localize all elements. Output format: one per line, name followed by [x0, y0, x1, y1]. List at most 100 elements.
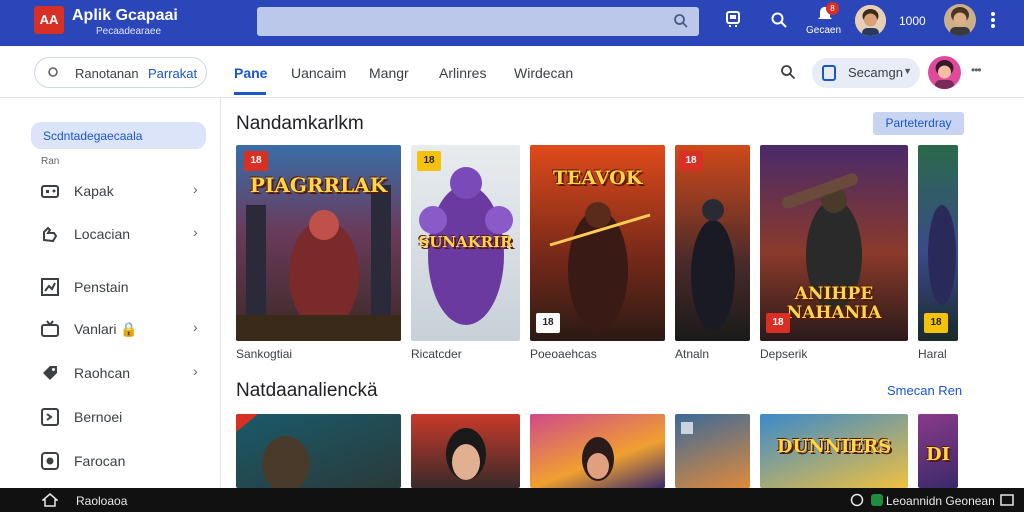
chevron-right-icon: › — [193, 181, 198, 197]
bottom-left-label: Raoloaoa — [76, 494, 128, 508]
nav-search-text: Ranotanan — [75, 66, 139, 81]
apps-icon[interactable] — [725, 9, 741, 34]
search-icon[interactable] — [673, 13, 689, 34]
chevron-right-icon: › — [193, 363, 198, 379]
arrow-box-icon — [40, 407, 60, 427]
chevron-right-icon: › — [193, 319, 198, 335]
rating-badge: 18 — [679, 151, 703, 171]
dropdown-label: Secamgn — [848, 65, 903, 80]
card-caption: Depserik — [760, 347, 808, 361]
tv-icon — [40, 319, 60, 339]
sidebar-item-label: Raohcan — [74, 365, 131, 381]
card-title: DI — [925, 444, 951, 465]
search-icon[interactable] — [770, 11, 788, 34]
chevron-right-icon: › — [193, 224, 198, 240]
notification-badge: 8 — [826, 2, 839, 15]
card-title: DUNNIERS — [776, 436, 892, 457]
tab-arlinres[interactable]: Arlinres — [439, 65, 486, 81]
tab-uancaim[interactable]: Uancaim — [291, 65, 346, 81]
secondary-nav: Ranotanan Parrakat Pane Uancaim Mangr Ar… — [0, 46, 1024, 98]
top-search-input[interactable] — [257, 7, 699, 36]
see-more-link[interactable]: Smecan Ren — [887, 383, 962, 398]
sidebar-item-label: Locacian — [74, 226, 131, 242]
sidebar-item-penstain[interactable]: Penstain — [40, 273, 210, 301]
game-card[interactable]: PIAGRRLAK 18 — [236, 145, 401, 341]
game-card[interactable] — [675, 414, 750, 488]
counter-label: 1000 — [899, 14, 926, 28]
rating-badge: 18 — [766, 313, 790, 333]
card-title: TEAVOK — [552, 167, 643, 189]
hand-icon — [40, 224, 60, 244]
sidebar-item-locacian[interactable]: Locacian › — [40, 220, 210, 248]
sidebar-item-farocan[interactable]: Farocan — [40, 447, 210, 475]
chevron-down-icon: ▼ — [903, 66, 912, 76]
brand-subtitle: Pecaadearaee — [96, 26, 162, 37]
search-icon — [47, 66, 61, 85]
sidebar-caption: Ran — [41, 156, 60, 167]
more-horizontal-icon[interactable]: ••• — [971, 63, 982, 77]
section-title: Natdaanalienckä — [236, 380, 378, 401]
game-card[interactable]: DI — [918, 414, 958, 488]
sidebar-item-label: Farocan — [74, 453, 126, 469]
sidebar-item-label: Bernoei — [74, 409, 123, 425]
app-logo[interactable]: AA — [34, 6, 64, 34]
more-vertical-icon[interactable] — [990, 11, 996, 34]
info-icon[interactable] — [850, 493, 864, 512]
nav-avatar[interactable] — [928, 56, 961, 89]
game-card[interactable]: 18 — [675, 145, 750, 341]
category-dropdown[interactable]: Secamgn ▼ — [812, 58, 920, 88]
active-tab-indicator — [234, 92, 266, 95]
tab-mangr[interactable]: Mangr — [369, 65, 409, 81]
nav-search-link[interactable]: Parrakat — [148, 66, 197, 81]
sidebar-item-raohcan[interactable]: Raohcan › — [40, 359, 210, 387]
chart-box-icon — [40, 277, 60, 297]
rating-badge: 18 — [924, 313, 948, 333]
sidebar-item-bernoei[interactable]: Bernoei — [40, 403, 210, 431]
user-avatar[interactable] — [855, 5, 886, 36]
card-title: PIAGRRLAK — [249, 173, 388, 197]
left-sidebar: Scdntadegaecaala Ran Kapak › Locacian › … — [0, 98, 221, 488]
card-caption: Poeoaehcas — [530, 347, 597, 361]
game-card[interactable]: SUNAKRIR 18 — [411, 145, 520, 341]
window-icon[interactable] — [1000, 493, 1014, 512]
card-caption: Atnaln — [675, 347, 710, 361]
top-app-bar: AA Aplik Gcapaai Pecaadearaee 8 Gecaen 1… — [0, 0, 1024, 46]
sidebar-search[interactable]: Scdntadegaecaala — [31, 122, 206, 149]
brand-name: Aplik Gcapaai — [72, 7, 178, 24]
sidebar-item-vanlari[interactable]: Vanlari 🔒 › — [40, 315, 210, 343]
game-card[interactable]: ANIHPE NAHANIA 18 — [760, 145, 908, 341]
sidebar-item-kapak[interactable]: Kapak › — [40, 177, 210, 205]
tab-wirdecan[interactable]: Wirdecan — [514, 65, 573, 81]
game-card[interactable]: 18 — [918, 145, 958, 341]
gamepad-icon — [40, 181, 60, 201]
rating-badge: 18 — [536, 313, 560, 333]
section-title: Nandamkarlkm — [236, 113, 364, 134]
bookmark-icon — [822, 65, 836, 81]
tab-pane[interactable]: Pane — [234, 65, 267, 81]
profile-avatar[interactable] — [944, 4, 976, 36]
filter-chip[interactable]: Parteterdray — [873, 112, 964, 135]
game-card[interactable] — [411, 414, 520, 488]
notification-label: Gecaen — [806, 25, 842, 36]
card-caption: Sankogtiai — [236, 347, 293, 361]
game-card[interactable]: TEAVOK 18 — [530, 145, 665, 341]
tag-icon — [40, 363, 60, 383]
card-caption: Haral — [918, 347, 947, 361]
sidebar-item-label: Penstain — [74, 279, 129, 295]
search-icon[interactable] — [780, 64, 796, 85]
rating-badge: 18 — [417, 151, 441, 171]
game-card[interactable]: DUNNIERS — [760, 414, 908, 488]
game-card[interactable] — [530, 414, 665, 488]
sidebar-item-label: Kapak — [74, 183, 114, 199]
circle-box-icon — [40, 451, 60, 471]
home-icon[interactable] — [40, 493, 60, 512]
rating-badge: 18 — [244, 151, 268, 171]
card-title: SUNAKRIR — [418, 233, 513, 251]
nav-search-pill[interactable]: Ranotanan Parrakat — [34, 57, 207, 88]
card-caption: Ricatcder — [411, 347, 462, 361]
sidebar-item-label: Vanlari 🔒 — [74, 321, 138, 337]
bottom-right-label: Leoannidn Geonean — [886, 494, 995, 508]
bottom-status-bar: Raoloaoa Leoannidn Geonean — [0, 488, 1024, 512]
status-icon[interactable] — [870, 493, 884, 512]
game-card[interactable] — [236, 414, 401, 488]
